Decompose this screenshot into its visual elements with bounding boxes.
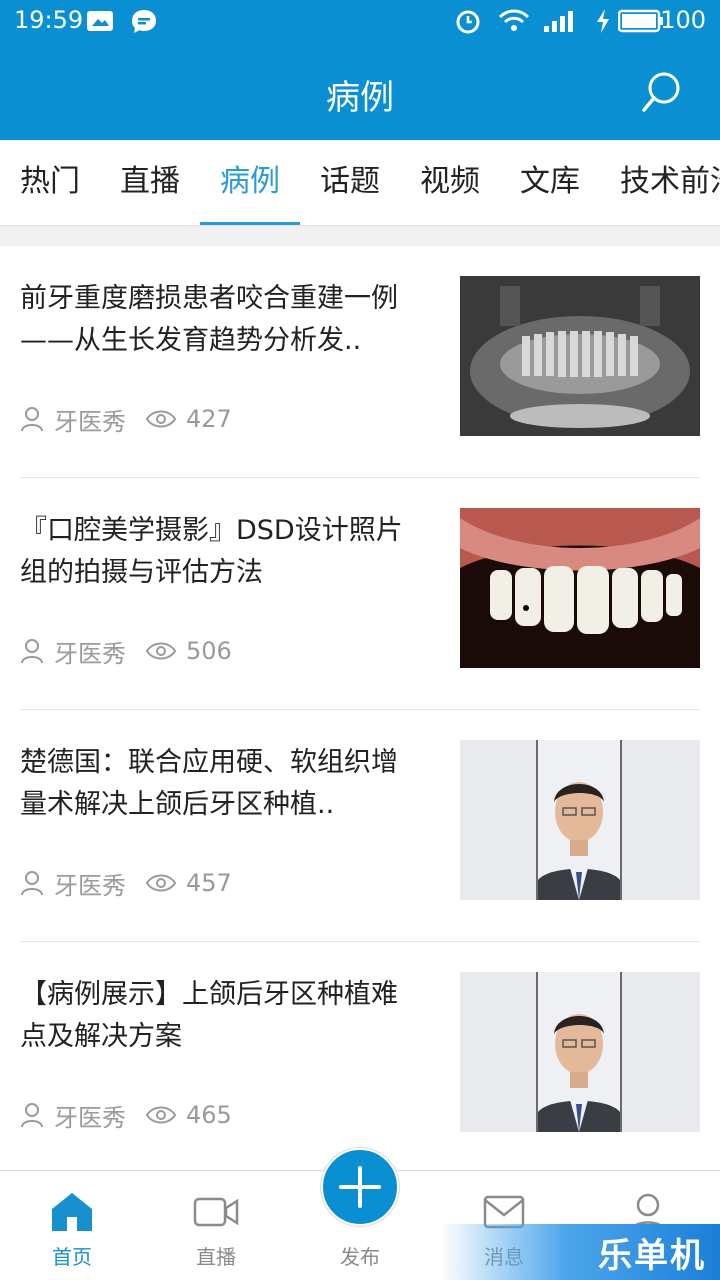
status-time: 19:59 — [14, 6, 84, 34]
search-icon[interactable] — [640, 70, 684, 114]
views-eye-icon — [146, 1106, 176, 1124]
article-views: 427 — [186, 405, 232, 433]
nav-home-label: 首页 — [52, 1245, 92, 1269]
article-meta: 牙医秀 457 — [20, 866, 232, 900]
article-title: 『口腔美学摄影』DSD设计照片组的拍摄与评估方法 — [20, 515, 403, 588]
charging-icon — [597, 9, 609, 33]
views-eye-icon — [146, 410, 176, 428]
article-views: 465 — [186, 1101, 232, 1129]
article-meta: 牙医秀 506 — [20, 634, 232, 668]
home-icon — [52, 1193, 92, 1231]
tab-topics[interactable]: 话题 — [300, 140, 400, 225]
author-icon — [21, 1103, 43, 1128]
teeth-smile-thumbnail — [460, 508, 700, 668]
nav-home[interactable]: 首页 — [0, 1171, 144, 1280]
tab-cases[interactable]: 病例 — [200, 140, 300, 225]
status-bar: 19:59 100 — [0, 0, 720, 44]
tab-live[interactable]: 直播 — [100, 140, 200, 225]
nav-live-label: 直播 — [196, 1245, 236, 1269]
article-title: 楚德国：联合应用硬、软组织增量术解决上颌后牙区种植.. — [20, 747, 398, 820]
dental-xray-thumbnail — [460, 276, 700, 436]
tab-library[interactable]: 文库 — [500, 140, 600, 225]
article-author: 牙医秀 — [54, 1103, 126, 1132]
signal-icon — [544, 11, 573, 32]
tab-hot[interactable]: 热门 — [0, 140, 100, 225]
video-icon — [193, 1197, 239, 1227]
article-meta: 牙医秀 465 — [20, 1098, 232, 1132]
article-item[interactable]: 【病例展示】上颌后牙区种植难点及解决方案 牙医秀 465 — [0, 942, 720, 1174]
page-title: 病例 — [326, 78, 394, 118]
publish-button[interactable] — [321, 1148, 399, 1226]
article-author: 牙医秀 — [54, 871, 126, 900]
tab-videos[interactable]: 视频 — [400, 140, 500, 225]
article-item[interactable]: 前牙重度磨损患者咬合重建一例——从生长发育趋势分析发.. 牙医秀 427 — [0, 246, 720, 478]
battery-level: 100 — [660, 6, 706, 34]
article-item[interactable]: 『口腔美学摄影』DSD设计照片组的拍摄与评估方法 牙医秀 506 — [0, 478, 720, 710]
watermark-text: 乐单机 — [598, 1236, 706, 1276]
portrait-thumbnail — [460, 972, 700, 1132]
article-author: 牙医秀 — [54, 639, 126, 668]
app-header: 19:59 100 病例 — [0, 0, 720, 140]
wifi-icon — [498, 9, 530, 31]
article-title: 前牙重度磨损患者咬合重建一例——从生长发育趋势分析发.. — [20, 283, 398, 356]
plus-icon — [339, 1166, 381, 1208]
nav-publish-label: 发布 — [340, 1245, 380, 1269]
battery-icon — [618, 9, 663, 33]
author-icon — [21, 639, 43, 664]
views-eye-icon — [146, 874, 176, 892]
message-notification-icon — [132, 10, 156, 33]
article-item[interactable]: 楚德国：联合应用硬、软组织增量术解决上颌后牙区种植.. 牙医秀 457 — [0, 710, 720, 942]
alarm-icon — [456, 10, 480, 34]
category-tabs: 热门 直播 病例 话题 视频 文库 技术前沿 — [0, 140, 720, 226]
article-author: 牙医秀 — [54, 407, 126, 436]
image-notification-icon — [87, 11, 113, 31]
section-divider — [0, 226, 720, 246]
views-eye-icon — [146, 642, 176, 660]
watermark: 乐单机 — [440, 1224, 720, 1280]
tab-tech-frontier[interactable]: 技术前沿 — [600, 140, 720, 225]
author-icon — [21, 407, 43, 432]
article-title: 【病例展示】上颌后牙区种植难点及解决方案 — [20, 979, 398, 1052]
nav-live[interactable]: 直播 — [144, 1171, 288, 1280]
author-icon — [21, 871, 43, 896]
article-meta: 牙医秀 427 — [20, 402, 232, 436]
portrait-thumbnail — [460, 740, 700, 900]
article-views: 457 — [186, 869, 232, 897]
article-views: 506 — [186, 637, 232, 665]
